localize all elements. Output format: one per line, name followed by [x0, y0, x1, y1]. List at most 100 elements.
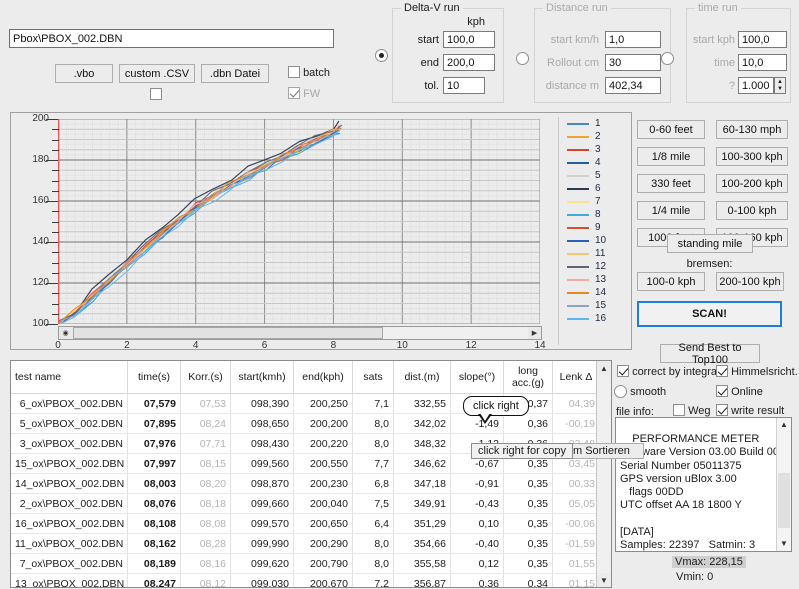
- chart-scroll-right-icon[interactable]: ▶: [528, 327, 541, 339]
- table-row[interactable]: 2_ox\PBOX_002.DBN08,07608,18099,660200,0…: [11, 494, 612, 514]
- table-header-sats[interactable]: sats: [353, 361, 394, 394]
- cell-time[interactable]: 07,895: [128, 414, 181, 434]
- distance-run-radio[interactable]: [516, 52, 529, 65]
- rollout-input[interactable]: [605, 54, 661, 71]
- file-info-scroll-down-icon[interactable]: ▼: [777, 537, 791, 551]
- file-info-textbox[interactable]: PERFORMANCE METER Firmware Version 03.00…: [615, 417, 792, 552]
- cell-dist-m[interactable]: 354,66: [394, 534, 451, 554]
- cell-lenk-delta[interactable]: 00,33: [553, 474, 600, 494]
- chart-scroll-reset-icon[interactable]: ◉: [59, 327, 72, 339]
- legend-item[interactable]: 14: [559, 286, 630, 299]
- cell-end-kph[interactable]: 200,040: [294, 494, 353, 514]
- cell-sats[interactable]: 7,1: [353, 394, 394, 414]
- cell-test-name[interactable]: 11_ox\PBOX_002.DBN: [11, 534, 128, 554]
- cell-long-acc[interactable]: 0,35: [504, 474, 553, 494]
- cell-time[interactable]: 08,108: [128, 514, 181, 534]
- cell-korr[interactable]: 08,15: [181, 454, 231, 474]
- table-header-time-s[interactable]: time(s): [128, 361, 181, 394]
- legend-item[interactable]: 4: [559, 156, 630, 169]
- cell-lenk-delta[interactable]: 01,15: [553, 574, 600, 589]
- cell-start-kmh[interactable]: 098,390: [231, 394, 294, 414]
- cell-slope[interactable]: 0,10: [451, 514, 504, 534]
- cell-slope[interactable]: -0,43: [451, 494, 504, 514]
- cell-dist-m[interactable]: 342,02: [394, 414, 451, 434]
- measure-button-0-100-kph[interactable]: 0-100 kph: [716, 201, 788, 220]
- chart-plot-area[interactable]: [58, 119, 540, 324]
- legend-item[interactable]: 7: [559, 195, 630, 208]
- cell-sats[interactable]: 7,2: [353, 574, 394, 589]
- cell-long-acc[interactable]: 0,36: [504, 414, 553, 434]
- cell-dist-m[interactable]: 347,18: [394, 474, 451, 494]
- measure-button-100-200-kph[interactable]: 100-200 kph: [716, 174, 788, 193]
- file-info-scroll-thumb[interactable]: [778, 473, 790, 528]
- time-run-q-input[interactable]: [738, 77, 774, 94]
- online-row[interactable]: Online: [716, 385, 763, 398]
- time-run-q-spinner[interactable]: ▲ ▼: [774, 77, 786, 94]
- cell-dist-m[interactable]: 349,91: [394, 494, 451, 514]
- legend-item[interactable]: 15: [559, 299, 630, 312]
- table-row[interactable]: 11_ox\PBOX_002.DBN08,16208,28099,990200,…: [11, 534, 612, 554]
- legend-item[interactable]: 16: [559, 312, 630, 325]
- legend-item[interactable]: 8: [559, 208, 630, 221]
- cell-end-kph[interactable]: 200,220: [294, 434, 353, 454]
- cell-test-name[interactable]: 13_ox\PBOX_002.DBN: [11, 574, 128, 589]
- legend-item[interactable]: 5: [559, 169, 630, 182]
- cell-long-acc[interactable]: 0,35: [504, 534, 553, 554]
- delta-v-run-radio[interactable]: [375, 49, 388, 62]
- cell-sats[interactable]: 6,8: [353, 474, 394, 494]
- cell-sats[interactable]: 8,0: [353, 434, 394, 454]
- cell-test-name[interactable]: 16_ox\PBOX_002.DBN: [11, 514, 128, 534]
- legend-item[interactable]: 2: [559, 130, 630, 143]
- table-header-start-kmh[interactable]: start(kmh): [231, 361, 294, 394]
- time-run-time-input[interactable]: [738, 54, 787, 71]
- cell-end-kph[interactable]: 200,790: [294, 554, 353, 574]
- table-header-long-acc-g[interactable]: long acc.(g): [504, 361, 553, 394]
- table-row[interactable]: 7_ox\PBOX_002.DBN08,18908,16099,620200,7…: [11, 554, 612, 574]
- custom-csv-button[interactable]: custom .CSV: [119, 64, 195, 83]
- table-header-dist-m[interactable]: dist.(m): [394, 361, 451, 394]
- weg-row[interactable]: Weg: [673, 404, 710, 417]
- table-header-lenk[interactable]: Lenk Δ: [553, 361, 600, 394]
- cell-test-name[interactable]: 2_ox\PBOX_002.DBN: [11, 494, 128, 514]
- correct-by-integral-checkbox[interactable]: [617, 365, 629, 377]
- cell-slope[interactable]: -1,49: [451, 414, 504, 434]
- cell-end-kph[interactable]: 200,200: [294, 414, 353, 434]
- chart-horizontal-scrollbar[interactable]: ◉ ◀ ▶: [58, 326, 542, 340]
- cell-test-name[interactable]: 3_ox\PBOX_002.DBN: [11, 434, 128, 454]
- results-table-panel[interactable]: test nametime(s)Korr.(s)start(kmh)end(kp…: [10, 360, 612, 588]
- cell-sats[interactable]: 8,0: [353, 554, 394, 574]
- legend-item[interactable]: 6: [559, 182, 630, 195]
- cell-start-kmh[interactable]: 099,660: [231, 494, 294, 514]
- file-info-scroll-up-icon[interactable]: ▲: [777, 418, 791, 432]
- cell-dist-m[interactable]: 346,62: [394, 454, 451, 474]
- cell-end-kph[interactable]: 200,250: [294, 394, 353, 414]
- table-header-test-name[interactable]: test name: [11, 361, 128, 394]
- cell-start-kmh[interactable]: 099,990: [231, 534, 294, 554]
- cell-slope[interactable]: 0,12: [451, 554, 504, 574]
- batch-checkbox[interactable]: [288, 66, 300, 78]
- measure-button-1-4-mile[interactable]: 1/4 mile: [637, 201, 705, 220]
- cell-dist-m[interactable]: 332,55: [394, 394, 451, 414]
- cell-sats[interactable]: 8,0: [353, 414, 394, 434]
- cell-lenk-delta[interactable]: -01,59: [553, 534, 600, 554]
- cell-time[interactable]: 07,997: [128, 454, 181, 474]
- cell-end-kph[interactable]: 200,230: [294, 474, 353, 494]
- brems-100-0-kph-button[interactable]: 100-0 kph: [637, 272, 705, 291]
- legend-item[interactable]: 10: [559, 234, 630, 247]
- cell-korr[interactable]: 07,53: [181, 394, 231, 414]
- cell-test-name[interactable]: 6_ox\PBOX_002.DBN: [11, 394, 128, 414]
- legend-item[interactable]: 9: [559, 221, 630, 234]
- legend-item[interactable]: 12: [559, 260, 630, 273]
- cell-dist-m[interactable]: 348,32: [394, 434, 451, 454]
- cell-end-kph[interactable]: 200,550: [294, 454, 353, 474]
- cell-test-name[interactable]: 15_ox\PBOX_002.DBN: [11, 454, 128, 474]
- smooth-radio[interactable]: [614, 385, 627, 398]
- cell-lenk-delta[interactable]: -00,19: [553, 414, 600, 434]
- table-vertical-scrollbar[interactable]: ▲ ▼: [596, 361, 611, 587]
- cell-lenk-delta[interactable]: 01,55: [553, 554, 600, 574]
- himmelsricht-checkbox[interactable]: [716, 365, 728, 377]
- cell-time[interactable]: 08,076: [128, 494, 181, 514]
- cell-test-name[interactable]: 5_ox\PBOX_002.DBN: [11, 414, 128, 434]
- online-checkbox[interactable]: [716, 385, 728, 397]
- cell-long-acc[interactable]: 0,34: [504, 574, 553, 589]
